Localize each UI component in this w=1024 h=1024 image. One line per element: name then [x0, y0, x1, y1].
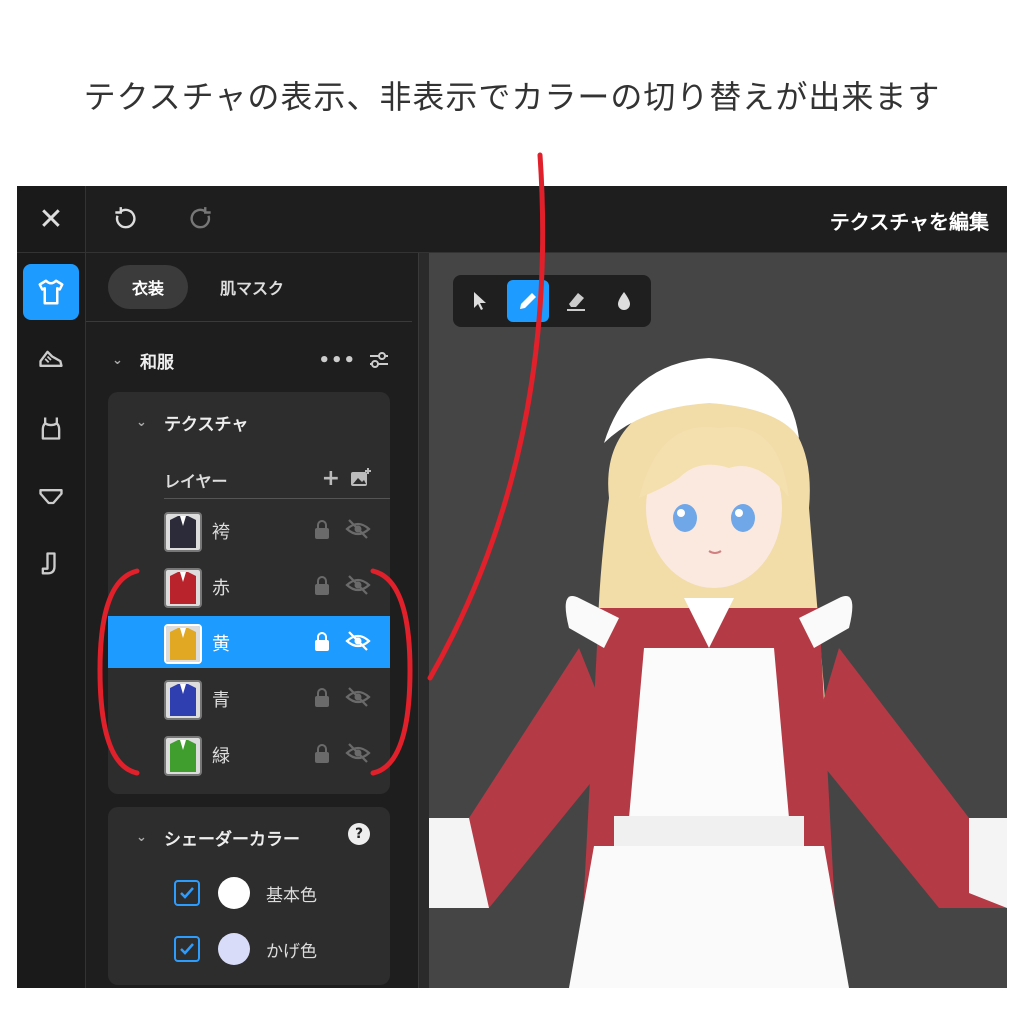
layers-label: レイヤー [164, 472, 228, 491]
shirt-icon [38, 279, 64, 305]
shader-row-base[interactable]: 基本色 [174, 873, 317, 913]
eye-off-icon[interactable] [345, 686, 371, 712]
layer-thumbnail [164, 568, 202, 608]
tab-costume[interactable]: 衣装 [108, 265, 189, 309]
layer-thumbnail [164, 512, 202, 552]
left-rail: ✕ [17, 186, 86, 988]
shader-row-shadow[interactable]: かげ色 [174, 929, 317, 969]
undo-button[interactable] [108, 203, 140, 235]
layer-thumbnail [164, 624, 202, 664]
shader-label-base: 基本色 [266, 885, 317, 906]
shoe-icon [39, 350, 63, 367]
redo-icon [190, 207, 211, 229]
pencil-tool-button[interactable] [507, 280, 549, 322]
rail-shoe-button[interactable] [23, 332, 79, 388]
sock-icon [41, 552, 56, 575]
add-layer-icon[interactable]: + [322, 466, 340, 491]
rail-underwear-button[interactable] [23, 468, 79, 524]
eye-off-icon[interactable] [345, 742, 371, 768]
layer-row[interactable]: 黄 [108, 616, 390, 668]
check-icon [180, 887, 194, 899]
shader-color-card: ⌄ シェーダーカラー ? 基本色 かげ色 [108, 807, 390, 985]
color-swatch-base[interactable] [218, 877, 250, 909]
texture-card: ⌄ テクスチャ レイヤー + 袴赤黄青緑 [108, 392, 390, 794]
texture-title: テクスチャ [164, 415, 249, 435]
lock-icon[interactable] [314, 744, 330, 768]
layer-name: 黄 [212, 634, 230, 655]
close-button[interactable]: ✕ [17, 186, 85, 253]
character-model [429, 358, 1007, 988]
chevron-down-icon: ⌄ [136, 830, 147, 845]
add-image-icon[interactable] [350, 468, 372, 492]
shader-title: シェーダーカラー [164, 830, 300, 850]
settings-sliders-icon[interactable] [368, 350, 390, 375]
eraser-icon [567, 293, 585, 311]
tab-skin-mask[interactable]: 肌マスク [196, 265, 308, 309]
shader-header[interactable]: ⌄ シェーダーカラー [136, 825, 300, 850]
panel-divider [86, 321, 412, 322]
rail-costume-button[interactable] [23, 264, 79, 320]
checkbox-base-color[interactable] [174, 880, 200, 906]
tank-top-icon [41, 417, 61, 440]
eraser-tool-button[interactable] [555, 280, 597, 322]
lock-icon[interactable] [314, 688, 330, 712]
undo-icon [115, 207, 136, 229]
chevron-down-icon: ⌄ [136, 415, 147, 430]
rail-sock-button[interactable] [23, 536, 79, 592]
layer-row[interactable]: 赤 [108, 560, 390, 612]
tool-palette [453, 275, 651, 327]
color-swatch-shadow[interactable] [218, 933, 250, 965]
cursor-icon [474, 292, 486, 310]
section-header-kimono[interactable]: ⌄ 和服 ••• [112, 345, 392, 375]
lock-icon[interactable] [314, 520, 330, 544]
eye-off-icon[interactable] [345, 574, 371, 600]
eye-off-icon[interactable] [345, 518, 371, 544]
tab-bar: 衣装 肌マスク [108, 265, 308, 311]
properties-panel: 衣装 肌マスク ⌄ 和服 ••• ⌄ テクスチャ レイヤー + 袴 赤 黄 青 … [86, 253, 414, 988]
more-icon[interactable]: ••• [318, 350, 356, 371]
page-title: テクスチャを編集 [829, 210, 989, 234]
layers-header: レイヤー + [164, 462, 390, 499]
checkbox-shadow-color[interactable] [174, 936, 200, 962]
section-title: 和服 [140, 352, 174, 373]
texture-header[interactable]: ⌄ テクスチャ [136, 410, 248, 435]
rail-tank-button[interactable] [23, 400, 79, 456]
top-bar: テクスチャを編集 [86, 186, 1007, 253]
3d-viewport[interactable] [429, 253, 1007, 988]
help-icon[interactable]: ? [348, 823, 370, 845]
shader-label-shadow: かげ色 [266, 941, 317, 962]
lock-icon[interactable] [314, 576, 330, 600]
layer-thumbnail [164, 736, 202, 776]
layer-thumbnail [164, 680, 202, 720]
lock-icon[interactable] [314, 632, 330, 656]
layer-row[interactable]: 青 [108, 672, 390, 724]
layer-name: 袴 [212, 522, 230, 543]
redo-button[interactable] [186, 203, 218, 235]
texture-editor-window: ✕ テクスチャを編集 衣装 肌マスク ⌄ 和服 ••• ⌄ テクスチャ レイヤー… [17, 186, 1007, 988]
dropper-icon [618, 292, 630, 310]
close-icon: ✕ [38, 201, 64, 237]
layer-name: 赤 [212, 578, 230, 599]
dropper-tool-button[interactable] [603, 280, 645, 322]
layer-name: 青 [212, 690, 230, 711]
eye-off-icon[interactable] [345, 630, 371, 656]
caption-text: テクスチャの表示、非表示でカラーの切り替えが出来ます [83, 78, 941, 116]
layer-row[interactable]: 袴 [108, 504, 390, 556]
select-tool-button[interactable] [459, 280, 501, 322]
pencil-icon [520, 293, 536, 309]
chevron-down-icon: ⌄ [112, 352, 123, 368]
layer-row[interactable]: 緑 [108, 728, 390, 780]
underwear-icon [39, 489, 63, 505]
check-icon [180, 943, 194, 955]
layer-name: 緑 [212, 746, 230, 767]
